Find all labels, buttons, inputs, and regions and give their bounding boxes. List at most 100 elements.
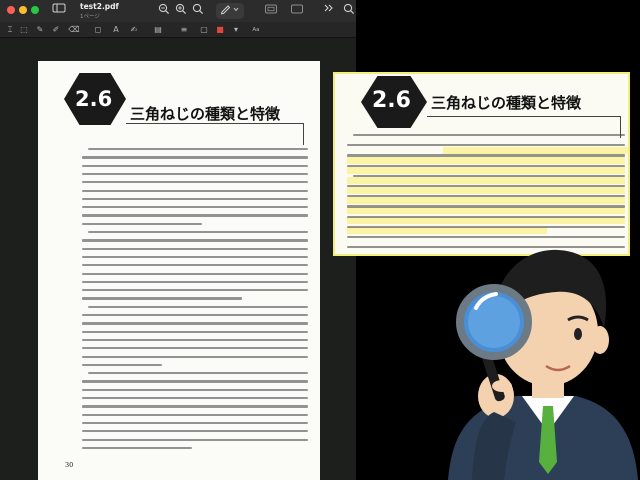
text-box-icon[interactable]: A <box>110 25 122 35</box>
search-button[interactable] <box>189 3 207 19</box>
document-subtitle: 1ページ <box>80 14 100 20</box>
sidebar-icon <box>52 3 66 13</box>
text-line <box>82 239 308 242</box>
share-icon <box>265 4 277 14</box>
text-line <box>82 363 162 367</box>
text-line <box>82 314 308 317</box>
text-line <box>347 154 625 157</box>
zoom-in-icon <box>175 3 187 15</box>
text-line <box>88 305 308 308</box>
zoom-out-button[interactable] <box>155 3 173 19</box>
heading-bracket <box>126 123 304 145</box>
text-line <box>82 388 308 391</box>
text-line <box>88 231 308 234</box>
zoom-chapter-title: 三角ねじの種類と特徴 <box>431 94 582 112</box>
more-button[interactable] <box>320 3 338 19</box>
pdf-page: 2.6 三角ねじの種類と特徴 30 <box>38 61 320 480</box>
fill-color-icon[interactable]: ■ <box>214 25 226 35</box>
text-line <box>347 144 625 147</box>
text-style-button[interactable]: Aa <box>246 25 266 35</box>
text-line <box>82 397 308 400</box>
text-line <box>347 225 625 229</box>
text-line <box>82 322 308 325</box>
chapter-title: 三角ねじの種類と特徴 <box>130 105 281 123</box>
lens-glass <box>468 296 520 348</box>
search-icon <box>343 3 355 15</box>
document-title: test2.pdf <box>80 2 119 11</box>
text-line <box>347 205 625 208</box>
markup-toolbar: ⌶ ⬚ ✎ ✐ ⌫ ◻ A ✍ ▤ ≡ ▢ ■ ▾ Aa <box>0 22 356 38</box>
text-line <box>82 280 308 284</box>
window-icon <box>291 4 303 14</box>
preview-window: test2.pdf 1ページ ⌶ ⬚ ✎ ✐ ⌫ ◻ A ✍ ▤ ≡ ▢ ■ ▾… <box>0 0 356 480</box>
text-line <box>88 372 308 375</box>
text-line <box>82 189 308 192</box>
text-line <box>82 355 308 358</box>
zoom-out-icon <box>158 3 170 15</box>
text-line <box>82 181 308 184</box>
text-line <box>82 214 308 217</box>
share-button[interactable] <box>262 3 280 19</box>
text-line <box>353 134 625 137</box>
text-line <box>347 185 625 188</box>
search-icon <box>192 3 204 15</box>
text-line <box>82 264 308 267</box>
text-line <box>82 247 308 250</box>
text-line <box>82 206 308 209</box>
text-line <box>82 421 308 425</box>
chapter-number: 2.6 <box>75 87 113 111</box>
text-line <box>347 195 625 198</box>
text-line <box>82 289 308 292</box>
chevron-double-right-icon <box>324 4 333 12</box>
text-line <box>82 405 308 408</box>
pencil-icon <box>220 5 239 15</box>
screen: test2.pdf 1ページ ⌶ ⬚ ✎ ✐ ⌫ ◻ A ✍ ▤ ≡ ▢ ■ ▾… <box>0 0 640 480</box>
text-line <box>82 272 308 275</box>
text-line <box>82 438 308 441</box>
fingers <box>492 380 512 392</box>
text-selection-icon[interactable]: ⌶ <box>4 25 16 35</box>
text-line <box>82 297 242 300</box>
line-style-icon[interactable]: ≡ <box>178 25 190 35</box>
body-text <box>82 148 308 450</box>
search-field-button[interactable] <box>340 3 356 19</box>
rect-selection-icon[interactable]: ⬚ <box>18 25 30 35</box>
view-button[interactable] <box>288 3 306 19</box>
eraser-icon[interactable]: ⌫ <box>68 25 80 35</box>
text-line <box>82 197 308 201</box>
minimize-window-button[interactable] <box>19 6 27 14</box>
border-color-icon[interactable]: ▢ <box>198 25 210 35</box>
sidebar-toggle-button[interactable] <box>50 3 68 19</box>
magnifying-glass-man-illustration <box>448 249 638 480</box>
text-line <box>82 164 308 167</box>
shapes-icon[interactable]: ◻ <box>92 25 104 35</box>
text-line <box>82 338 308 342</box>
draw-icon[interactable]: ✐ <box>50 25 62 35</box>
close-window-button[interactable] <box>7 6 15 14</box>
text-line <box>82 347 308 350</box>
text-line <box>82 330 308 333</box>
title-bar: test2.pdf 1ページ <box>0 0 356 22</box>
text-line <box>82 446 192 450</box>
zoom-window-button[interactable] <box>31 6 39 14</box>
text-line <box>347 164 625 167</box>
text-line <box>88 148 308 151</box>
text-line <box>82 255 308 259</box>
page-number: 30 <box>65 461 74 469</box>
markup-button[interactable] <box>216 3 244 19</box>
text-line <box>82 430 308 433</box>
text-line <box>82 172 308 176</box>
zoom-chapter-number: 2.6 <box>372 88 411 113</box>
zoom-in-button[interactable] <box>172 3 190 19</box>
text-line <box>82 413 308 416</box>
text-line <box>82 222 202 225</box>
text-line <box>353 174 625 178</box>
text-line <box>82 156 308 159</box>
text-line <box>82 380 308 383</box>
eye <box>574 328 582 340</box>
note-icon[interactable]: ▤ <box>152 25 164 35</box>
sketch-icon[interactable]: ✎ <box>34 25 46 35</box>
fill-color-dropdown-icon[interactable]: ▾ <box>230 25 242 35</box>
zoomed-excerpt: 2.6 三角ねじの種類と特徴 <box>333 72 630 256</box>
signature-icon[interactable]: ✍ <box>128 25 140 35</box>
